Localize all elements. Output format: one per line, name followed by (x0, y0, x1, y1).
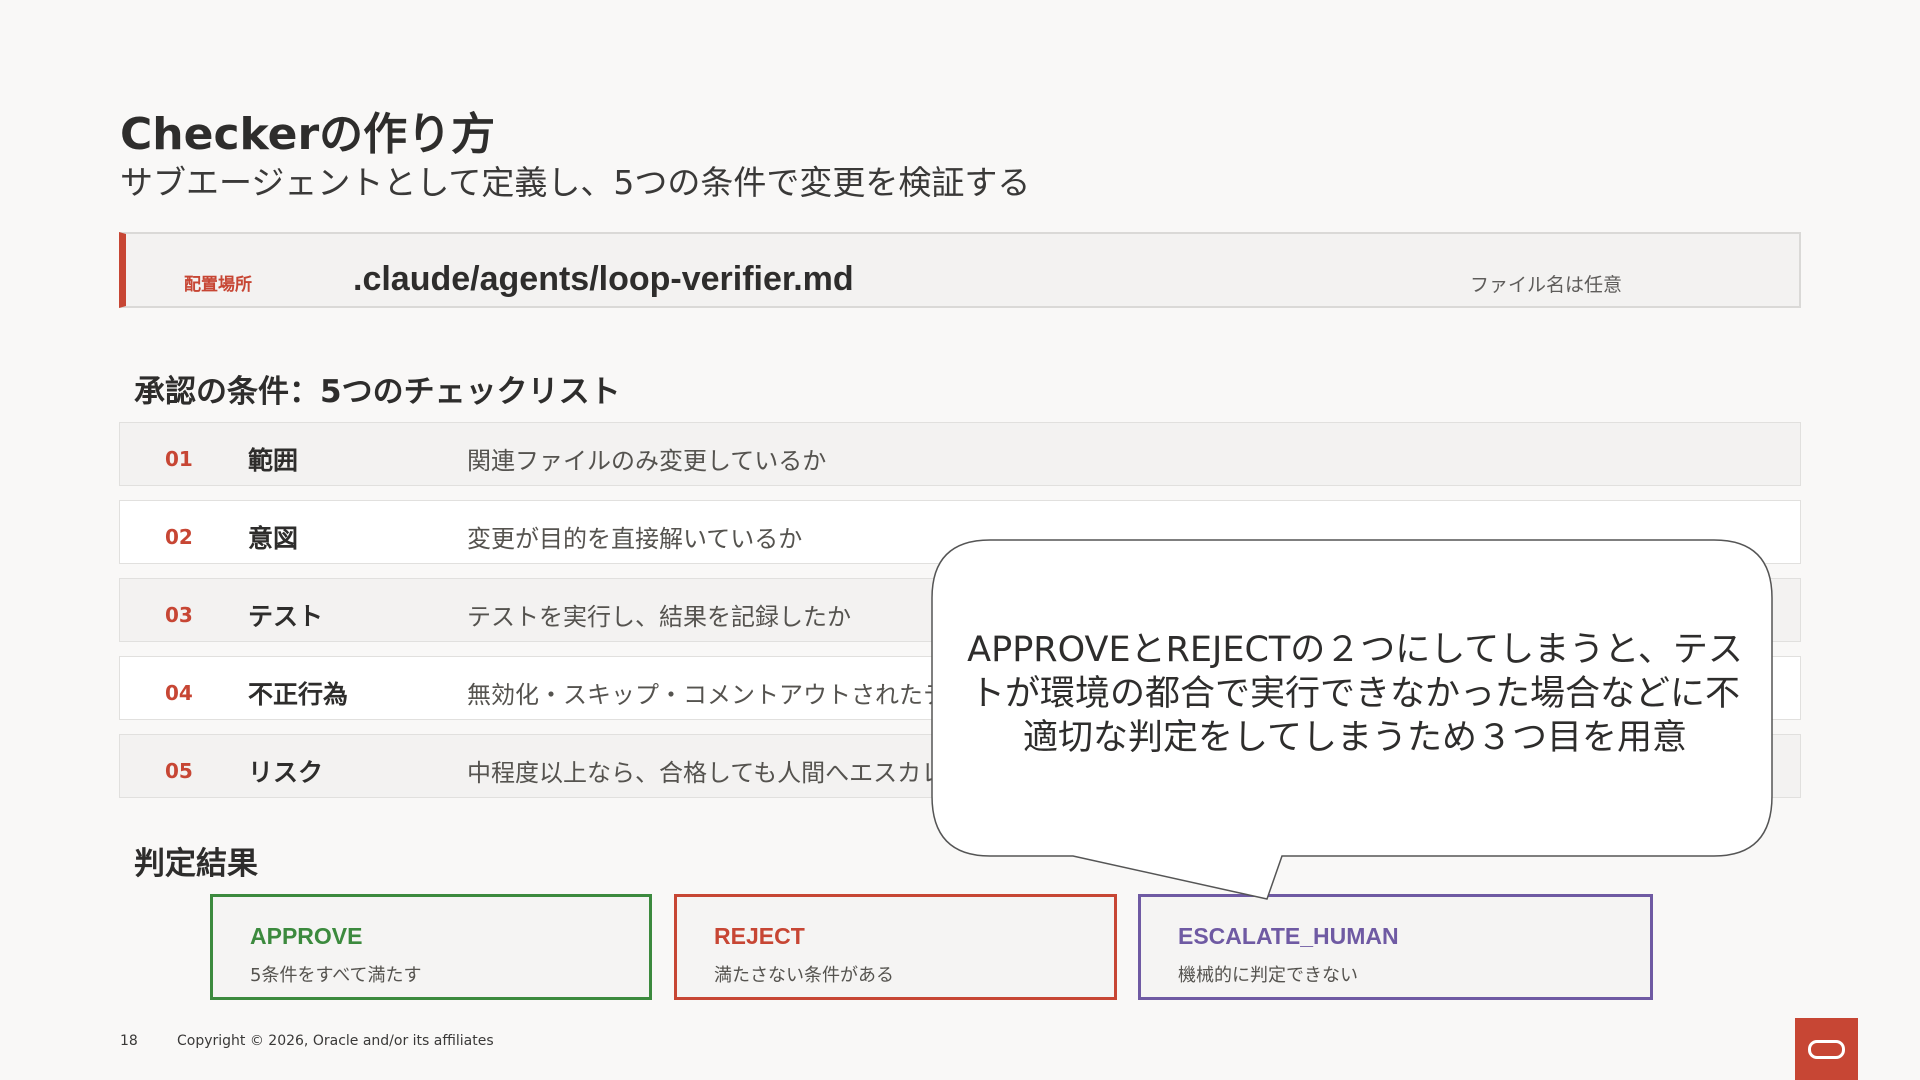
checklist-number: 01 (165, 447, 193, 471)
checklist-name: 範囲 (248, 446, 299, 475)
checklist-description: 関連ファイルのみ変更しているか (467, 447, 827, 475)
result-description: 5条件をすべて満たす (250, 965, 422, 986)
result-code: REJECT (714, 923, 805, 949)
callout-text: APPROVEとREJECTの２つにしてしまうと、テストが環境の都合で実行できな… (967, 630, 1743, 758)
checklist-row: 01 範囲 関連ファイルのみ変更しているか (119, 422, 1801, 486)
location-label: 配置場所 (184, 275, 252, 295)
result-escalate: ESCALATE_HUMAN 機械的に判定できない (1138, 894, 1653, 1000)
result-code: ESCALATE_HUMAN (1178, 923, 1399, 949)
results-heading: 判定結果 (134, 846, 258, 882)
checklist-number: 02 (165, 525, 193, 549)
checklist-name: 意図 (248, 524, 299, 553)
checklist-name: リスク (248, 758, 324, 787)
slide-title: Checkerの作り方 (120, 109, 496, 160)
slide-subtitle: サブエージェントとして定義し、5つの条件で変更を検証する (120, 163, 1031, 202)
oracle-logo-icon (1795, 1018, 1858, 1080)
location-note: ファイル名は任意 (1470, 274, 1623, 296)
copyright-text: Copyright © 2026, Oracle and/or its affi… (177, 1033, 494, 1049)
result-approve: APPROVE 5条件をすべて満たす (210, 894, 652, 1000)
checklist-number: 03 (165, 603, 193, 627)
checklist-number: 05 (165, 759, 193, 783)
location-path: .claude/agents/loop-verifier.md (353, 260, 854, 298)
checklist-heading: 承認の条件：5つのチェックリスト (134, 374, 621, 410)
location-box: 配置場所 .claude/agents/loop-verifier.md ファイ… (119, 232, 1801, 308)
checklist-number: 04 (165, 681, 193, 705)
result-code: APPROVE (250, 923, 363, 949)
checklist-name: テスト (248, 602, 324, 631)
checklist-description: 変更が目的を直接解いているか (467, 525, 803, 553)
checklist-description: 無効化・スキップ・コメントアウトされたテ (467, 681, 947, 709)
result-reject: REJECT 満たさない条件がある (674, 894, 1117, 1000)
checklist-description: 中程度以上なら、合格しても人間へエスカレ (467, 759, 946, 787)
checklist-description: テストを実行し、結果を記録したか (467, 603, 851, 631)
oracle-logo-ring (1808, 1040, 1845, 1059)
result-description: 機械的に判定できない (1178, 965, 1358, 986)
result-description: 満たさない条件がある (714, 965, 894, 986)
checklist-name: 不正行為 (248, 680, 349, 709)
page-number: 18 (120, 1033, 138, 1049)
